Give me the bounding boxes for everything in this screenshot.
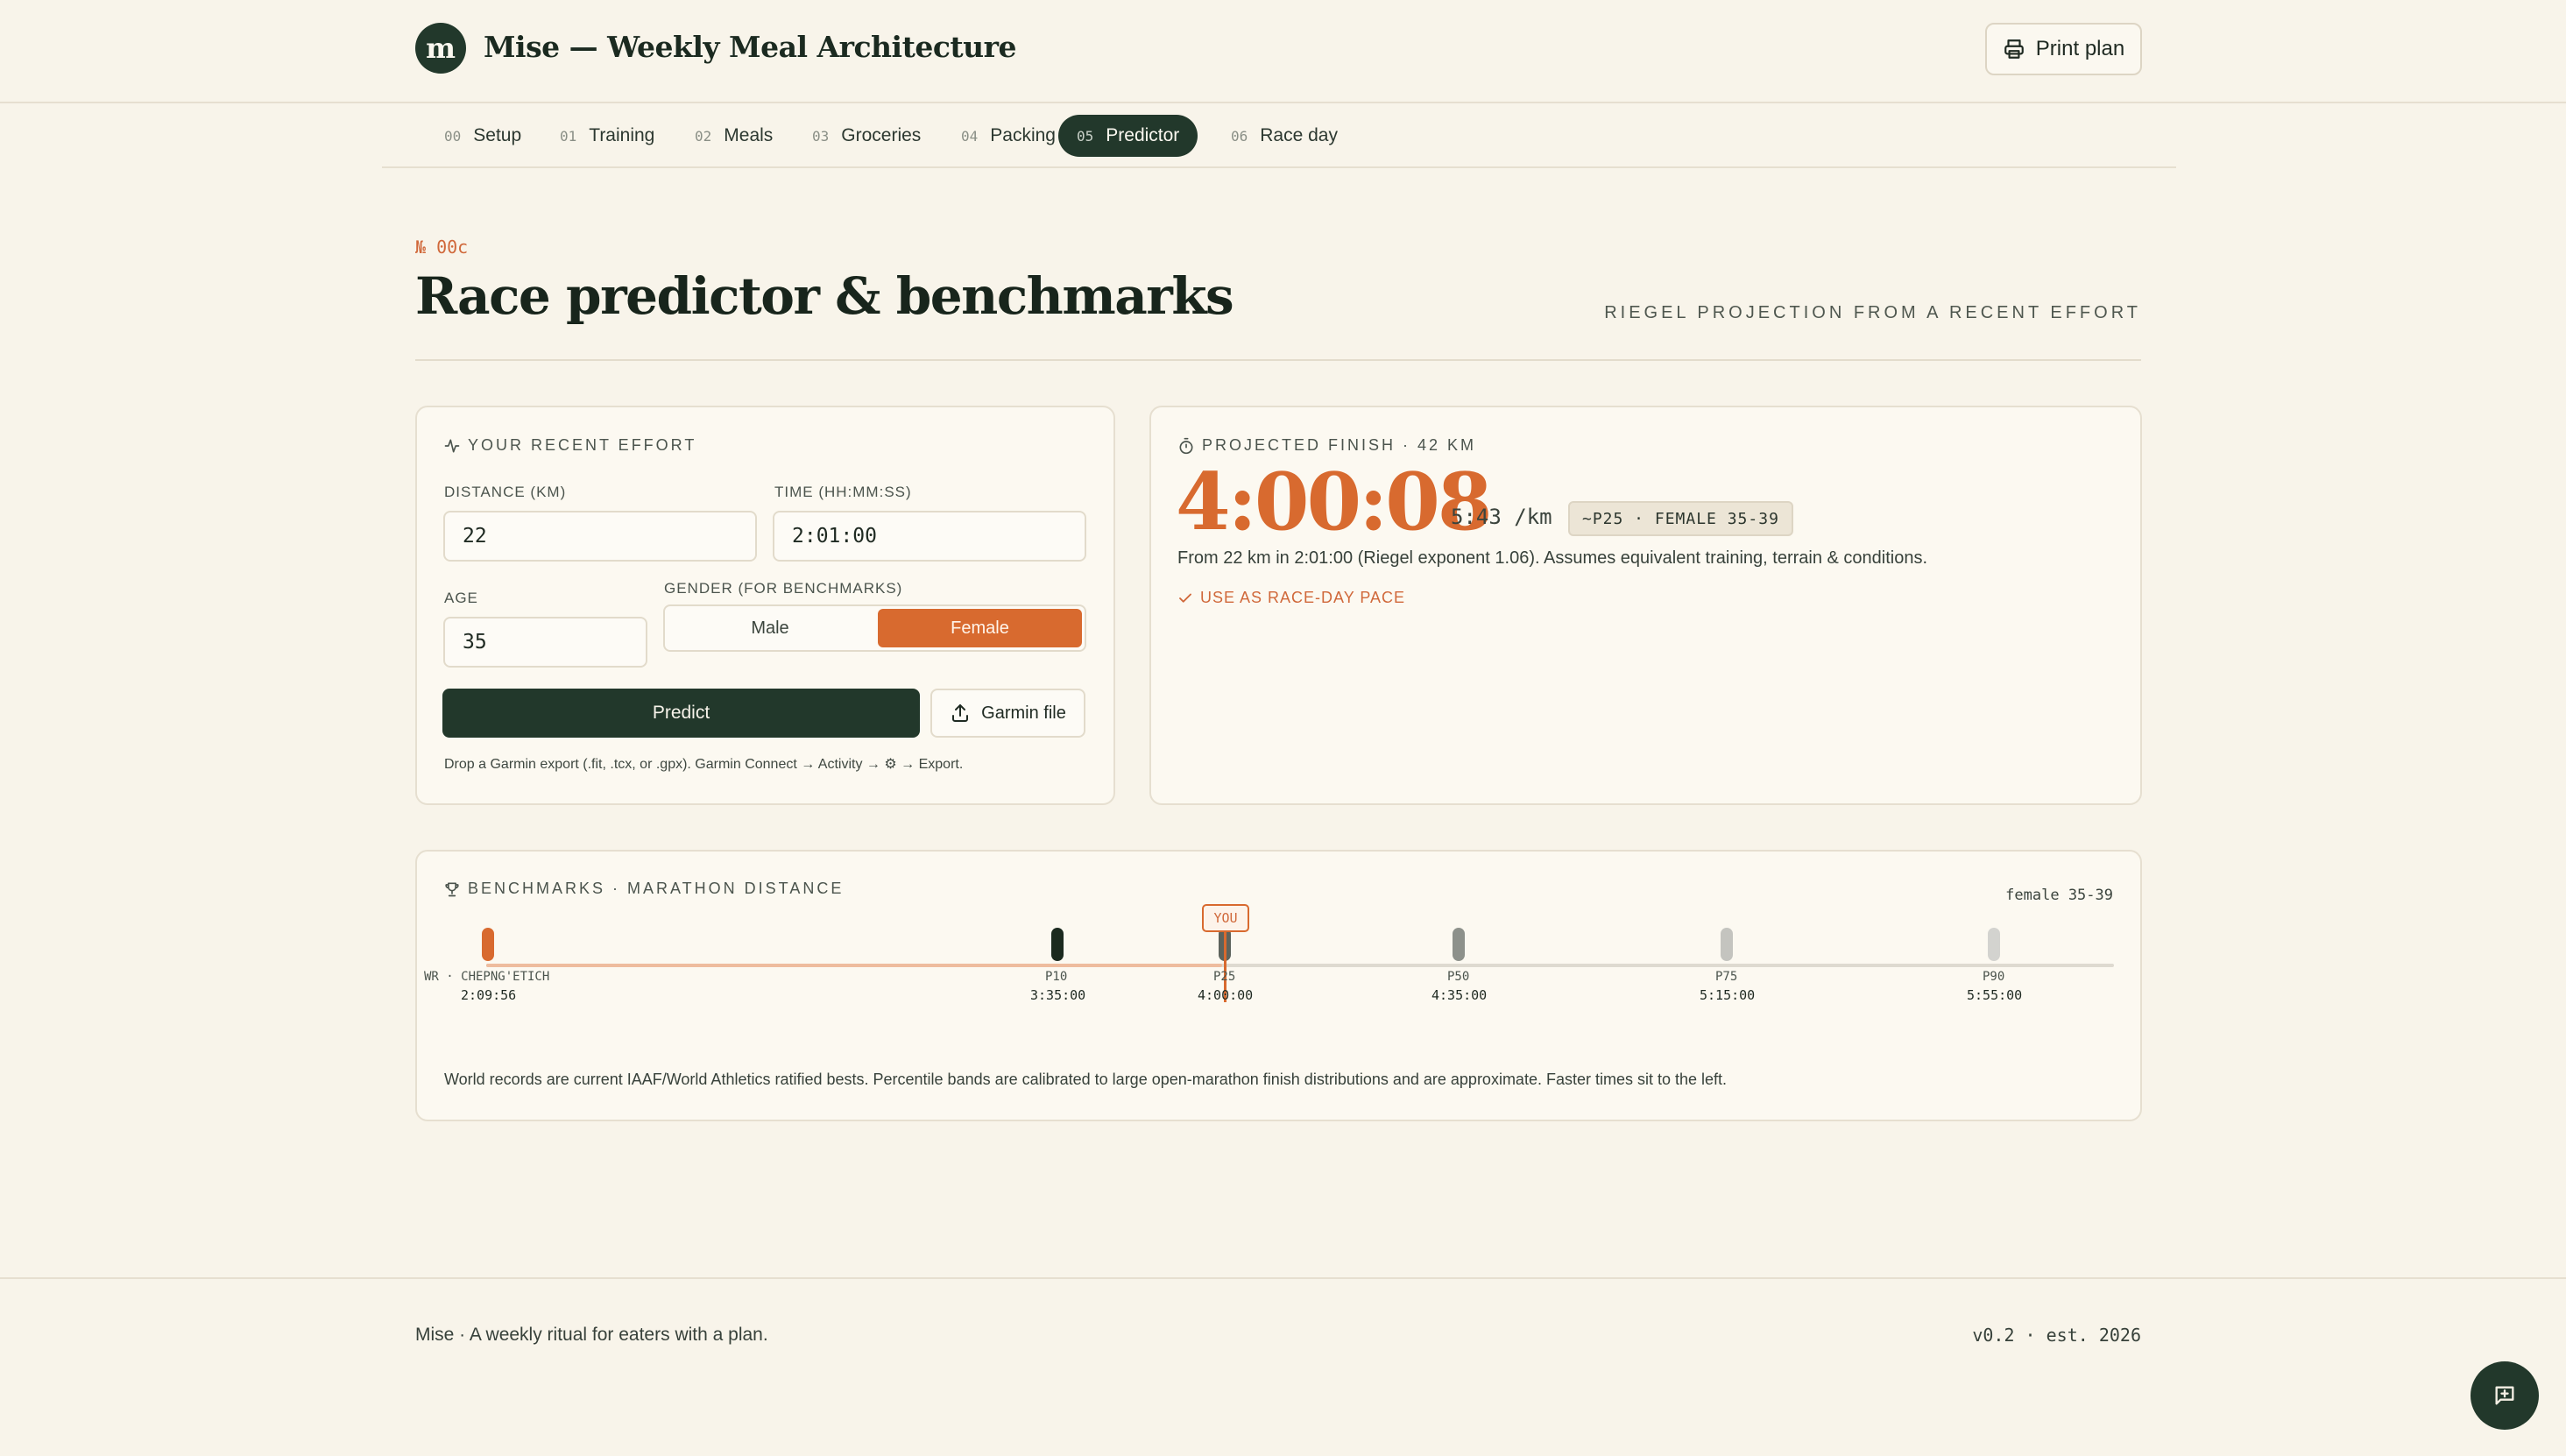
benchmark-time-wr: 2:09:56 — [461, 987, 517, 1003]
nav-tabs: 00 Setup 01 Training 02 Meals 03 Groceries 0… — [382, 103, 2176, 168]
benchmark-time-p90: 5:55:00 — [1967, 987, 2023, 1003]
tab-label: Predictor — [1106, 125, 1180, 145]
benchmark-label-p90: P90 — [1983, 970, 2005, 984]
tab-number: 02 — [695, 127, 712, 145]
benchmark-label-p25: P25 — [1213, 970, 1236, 984]
benchmark-marker-p75 — [1721, 928, 1733, 961]
distance-input[interactable]: 22 — [443, 511, 757, 562]
benchmark-label-p75: P75 — [1715, 970, 1738, 984]
projected-finish-heading: PROJECTED FINISH · 42 KM — [1177, 436, 1476, 455]
benchmark-time-p75: 5:15:00 — [1700, 987, 1756, 1003]
stopwatch-icon — [1179, 437, 1193, 454]
you-marker-tag: YOU — [1202, 904, 1249, 932]
benchmark-time-p25: 4:00:00 — [1198, 987, 1254, 1003]
activity-icon — [444, 439, 460, 452]
tab-predictor[interactable]: 05 Predictor — [1058, 115, 1198, 157]
use-race-day-pace-label: USE AS RACE-DAY PACE — [1200, 589, 1406, 606]
time-input[interactable]: 2:01:00 — [773, 511, 1086, 562]
percentile-badge: ~P25 · FEMALE 35-39 — [1568, 501, 1793, 536]
projected-pace: 5:43 /km — [1451, 505, 1552, 529]
app-title: Mise — Weekly Meal Architecture — [484, 30, 1017, 64]
tab-number: 04 — [961, 127, 979, 145]
recent-effort-heading: YOUR RECENT EFFORT — [443, 436, 696, 455]
recent-effort-label: YOUR RECENT EFFORT — [468, 436, 697, 454]
tab-number: 05 — [1077, 127, 1094, 145]
benchmark-marker-p90 — [1988, 928, 2000, 961]
print-plan-label: Print plan — [2035, 37, 2125, 60]
gender-toggle: Male Female — [663, 604, 1086, 652]
benchmark-marker-p10 — [1051, 928, 1064, 961]
tab-label: Race day — [1260, 125, 1338, 145]
top-bar: m Mise — Weekly Meal Architecture Print … — [0, 0, 2566, 103]
message-plus-icon — [2495, 1386, 2514, 1405]
tab-label: Meals — [724, 125, 774, 145]
tab-meals[interactable]: 02 Meals — [676, 115, 791, 157]
tab-groceries[interactable]: 03 Groceries — [794, 115, 939, 157]
printer-icon — [2004, 39, 2024, 59]
use-race-day-pace-link[interactable]: USE AS RACE-DAY PACE — [1177, 589, 1405, 607]
benchmarks-label: BENCHMARKS · MARATHON DISTANCE — [468, 880, 845, 897]
footer-divider — [0, 1277, 2566, 1279]
benchmark-label-p50: P50 — [1447, 970, 1470, 984]
projected-finish-time: 4:00:08 — [1176, 456, 1493, 548]
tab-race-day[interactable]: 06 Race day — [1212, 115, 1356, 157]
tab-label: Setup — [473, 125, 522, 145]
garmin-hint: Drop a Garmin export (.fit, .tcx, or .gp… — [444, 757, 964, 772]
footer-tagline: Mise · A weekly ritual for eaters with a… — [415, 1325, 768, 1345]
tab-number: 06 — [1231, 127, 1248, 145]
projected-finish-label: PROJECTED FINISH · 42 KM — [1202, 436, 1477, 454]
benchmark-time-p10: 3:35:00 — [1030, 987, 1086, 1003]
footer-version: v0.2 · est. 2026 — [1972, 1325, 2141, 1346]
trophy-icon — [445, 882, 459, 896]
gender-female-option[interactable]: Female — [878, 609, 1082, 647]
benchmark-group: female 35-39 — [2005, 887, 2113, 904]
tab-label: Groceries — [841, 125, 922, 145]
tab-number: 03 — [812, 127, 830, 145]
time-label: TIME (HH:MM:SS) — [774, 484, 912, 500]
benchmarks-heading: BENCHMARKS · MARATHON DISTANCE — [443, 880, 844, 898]
benchmarks-note: World records are current IAAF/World Ath… — [444, 1071, 1728, 1088]
benchmark-marker-p50 — [1453, 928, 1465, 961]
benchmark-marker-wr — [482, 928, 494, 961]
tab-number: 00 — [444, 127, 462, 145]
gender-label: GENDER (FOR BENCHMARKS) — [664, 580, 903, 597]
tab-label: Packing — [990, 125, 1056, 145]
feedback-button[interactable] — [2471, 1361, 2539, 1430]
garmin-file-button[interactable]: Garmin file — [930, 689, 1085, 738]
benchmark-time-p50: 4:35:00 — [1431, 987, 1488, 1003]
benchmark-label-p10: P10 — [1045, 970, 1068, 984]
age-label: AGE — [444, 590, 478, 606]
section-number: № 00c — [415, 237, 469, 258]
predict-button[interactable]: Predict — [442, 689, 920, 738]
distance-label: DISTANCE (KM) — [444, 484, 567, 500]
logo[interactable]: m — [415, 23, 466, 74]
garmin-file-label: Garmin file — [981, 703, 1066, 723]
tab-training[interactable]: 01 Training — [541, 115, 673, 157]
projection-description: From 22 km in 2:01:00 (Riegel exponent 1… — [1177, 548, 1928, 568]
divider — [415, 359, 2141, 361]
age-input[interactable]: 35 — [443, 617, 647, 668]
gender-male-option[interactable]: Male — [668, 609, 873, 647]
upload-icon — [952, 704, 969, 722]
tab-packing[interactable]: 04 Packing — [943, 115, 1074, 157]
benchmark-label-wr: WR · CHEPNG'ETICH — [424, 970, 550, 984]
benchmark-track-fill — [486, 964, 1222, 967]
page-title: Race predictor & benchmarks — [415, 266, 1234, 326]
check-icon — [1179, 593, 1191, 603]
tab-label: Training — [589, 125, 655, 145]
print-plan-button[interactable]: Print plan — [1985, 23, 2142, 75]
tab-number: 01 — [560, 127, 577, 145]
tab-setup[interactable]: 00 Setup — [426, 115, 540, 157]
page-subtitle: RIEGEL PROJECTION FROM A RECENT EFFORT — [1604, 303, 2141, 322]
